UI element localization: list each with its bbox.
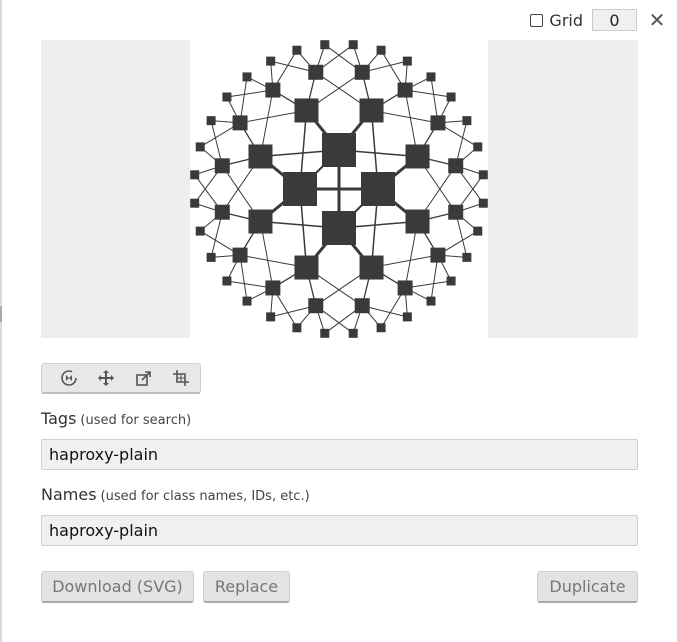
graph-node	[448, 158, 464, 174]
graph-node	[397, 82, 413, 98]
graph-node	[462, 116, 472, 126]
graph-node	[473, 226, 483, 236]
graph-node	[448, 204, 464, 220]
graph-node	[214, 158, 230, 174]
graph-node	[206, 252, 216, 262]
names-input[interactable]: haproxy-plain	[41, 515, 638, 546]
graph-node	[292, 323, 302, 333]
graph-node	[190, 170, 200, 180]
crop-icon[interactable]	[163, 365, 201, 392]
names-label: Names (used for class names, IDs, etc.)	[41, 485, 310, 504]
graph-node	[376, 323, 386, 333]
graph-node	[308, 64, 324, 80]
graph-node	[248, 209, 273, 234]
graph-node	[402, 312, 412, 322]
icon-preview-canvas	[190, 40, 488, 338]
graph-node	[292, 45, 302, 55]
graph-node	[222, 92, 232, 102]
graph-node	[265, 82, 281, 98]
graph-node	[195, 226, 205, 236]
graph-node	[359, 98, 384, 123]
tags-label: Tags (used for search)	[41, 409, 191, 428]
graph-node	[426, 296, 436, 306]
graph-node	[195, 142, 205, 152]
move-icon[interactable]	[88, 365, 126, 392]
graph-node	[214, 204, 230, 220]
graph-node	[265, 280, 281, 296]
graph-node	[359, 255, 384, 280]
graph-node	[430, 247, 446, 263]
grid-label: Grid	[549, 10, 583, 30]
names-label-text: Names	[41, 485, 97, 504]
graph-node	[478, 198, 488, 208]
graph-node	[405, 144, 430, 169]
graph-node	[320, 328, 330, 338]
icon-editor-dialog: Grid 0 ✕ Tags (used for search) haproxy-p…	[0, 0, 677, 642]
resize-icon[interactable]	[125, 365, 163, 392]
graph-node	[348, 40, 358, 50]
graph-node	[232, 115, 248, 131]
graph-node	[283, 172, 317, 206]
close-icon[interactable]: ✕	[649, 10, 666, 30]
resize-handle[interactable]	[0, 306, 5, 322]
haproxy-plain-icon	[190, 40, 488, 338]
replace-button[interactable]: Replace	[203, 571, 290, 603]
tags-input[interactable]: haproxy-plain	[41, 439, 638, 470]
download-svg-button[interactable]: Download (SVG)	[41, 571, 194, 603]
graph-node	[402, 56, 412, 66]
tags-hint: (used for search)	[80, 413, 192, 428]
graph-node	[446, 92, 456, 102]
graph-node	[242, 296, 252, 306]
graph-node	[478, 170, 488, 180]
graph-node	[354, 298, 370, 314]
graph-node	[361, 172, 395, 206]
graph-node	[190, 198, 200, 208]
graph-node	[320, 40, 330, 50]
graph-node	[405, 209, 430, 234]
graph-node	[294, 98, 319, 123]
graph-node	[222, 276, 232, 286]
grid-checkbox[interactable]	[530, 13, 544, 27]
graph-node	[397, 280, 413, 296]
graph-node	[266, 56, 276, 66]
graph-node	[354, 64, 370, 80]
graph-node	[446, 276, 456, 286]
rotate-icon[interactable]	[50, 365, 88, 392]
top-bar: Grid 0 ✕	[530, 8, 665, 32]
graph-node	[322, 211, 356, 245]
graph-node	[462, 252, 472, 262]
graph-node	[473, 142, 483, 152]
graph-node	[426, 72, 436, 82]
graph-node	[242, 72, 252, 82]
names-hint: (used for class names, IDs, etc.)	[100, 489, 310, 504]
graph-node	[376, 45, 386, 55]
graph-node	[322, 133, 356, 167]
graph-node	[232, 247, 248, 263]
transform-toolbar	[41, 363, 201, 394]
graph-node	[248, 144, 273, 169]
tags-label-text: Tags	[41, 409, 77, 428]
graph-node	[430, 115, 446, 131]
icon-preview-area	[41, 40, 638, 338]
graph-node	[348, 328, 358, 338]
graph-node	[294, 255, 319, 280]
grid-size-input[interactable]: 0	[592, 9, 637, 31]
graph-node	[308, 298, 324, 314]
graph-node	[266, 312, 276, 322]
duplicate-button[interactable]: Duplicate	[537, 571, 638, 603]
graph-node	[206, 116, 216, 126]
